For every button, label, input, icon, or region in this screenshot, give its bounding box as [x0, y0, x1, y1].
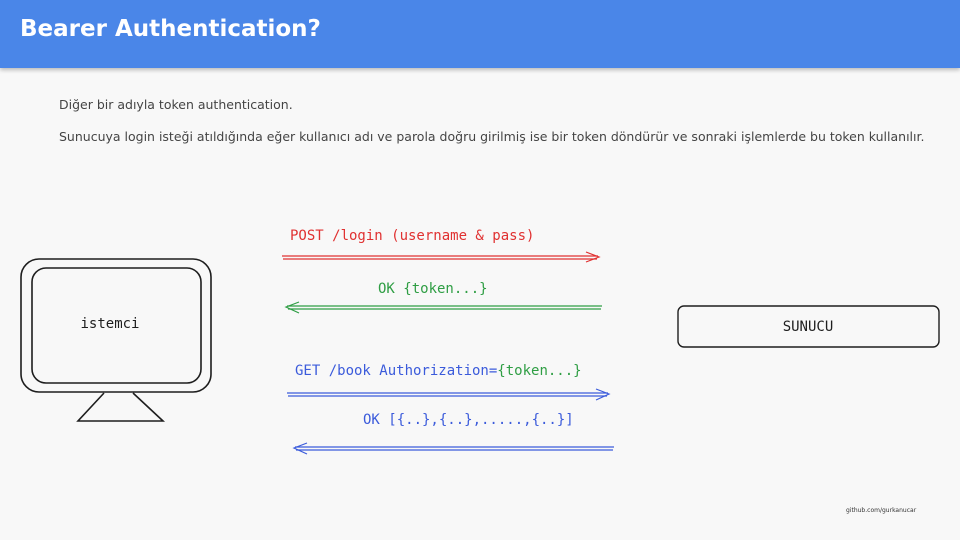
- book-response-arrow: [292, 442, 614, 455]
- token-response-label: OK {token...}: [378, 281, 488, 297]
- token-response-arrow: [284, 301, 602, 314]
- server-label: SUNUCU: [783, 319, 834, 335]
- book-request-arrow: [287, 388, 611, 401]
- login-request-arrow: [282, 251, 601, 263]
- book-request-label: GET /book Authorization={token...}: [295, 363, 582, 379]
- client-label: istemci: [80, 316, 139, 332]
- auth-flow-diagram: istemci SUNUCU POST /login (username & p…: [20, 228, 940, 455]
- book-request-path: GET /book Authorization=: [295, 363, 497, 379]
- book-response-label: OK [{..},{..},.....,{..}]: [363, 412, 574, 428]
- book-request-token: {token...}: [497, 363, 581, 379]
- login-request-label: POST /login (username & pass): [290, 228, 534, 244]
- monitor-stand: [76, 392, 166, 422]
- footer-credit: github.com/gurkanucar: [846, 507, 917, 514]
- client-monitor: [20, 258, 212, 422]
